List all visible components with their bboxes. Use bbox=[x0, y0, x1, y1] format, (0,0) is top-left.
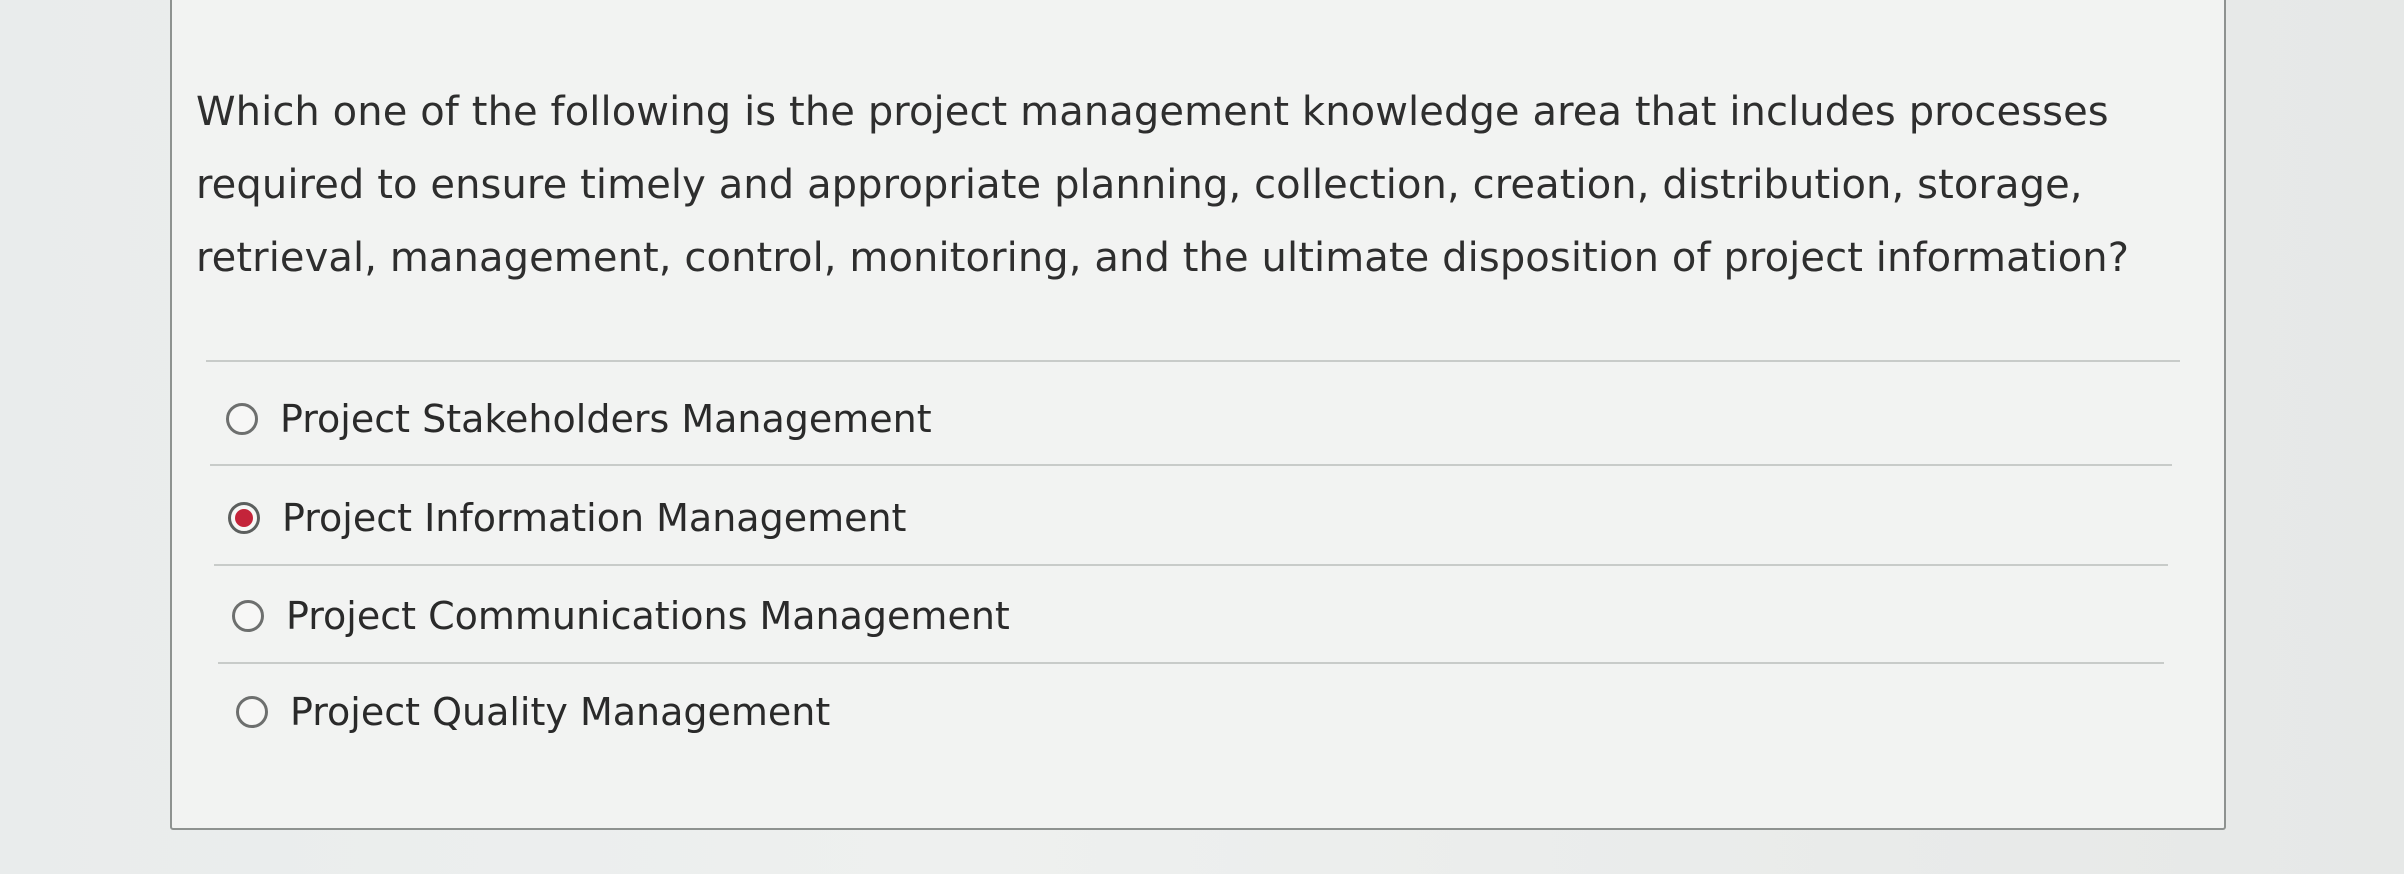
question-text: Which one of the following is the projec… bbox=[196, 89, 2130, 281]
divider-option-3 bbox=[218, 662, 2164, 664]
question-card: Which one of the following is the projec… bbox=[170, 0, 2226, 830]
radio-button-icon[interactable] bbox=[236, 696, 268, 728]
radio-button-icon[interactable] bbox=[232, 600, 264, 632]
divider-option-1 bbox=[210, 464, 2172, 466]
option-label: Project Information Management bbox=[282, 496, 907, 540]
option-project-communications-management[interactable]: Project Communications Management bbox=[232, 586, 1010, 646]
option-project-quality-management[interactable]: Project Quality Management bbox=[236, 682, 830, 742]
option-label: Project Stakeholders Management bbox=[280, 397, 932, 441]
option-project-information-management[interactable]: Project Information Management bbox=[228, 488, 906, 548]
radio-button-selected-icon[interactable] bbox=[228, 502, 260, 534]
radio-button-icon[interactable] bbox=[226, 403, 258, 435]
option-label: Project Communications Management bbox=[286, 594, 1010, 638]
divider-top bbox=[206, 360, 2180, 362]
divider-option-2 bbox=[214, 564, 2168, 566]
option-project-stakeholders-management[interactable]: Project Stakeholders Management bbox=[226, 389, 932, 449]
option-label: Project Quality Management bbox=[290, 690, 831, 734]
